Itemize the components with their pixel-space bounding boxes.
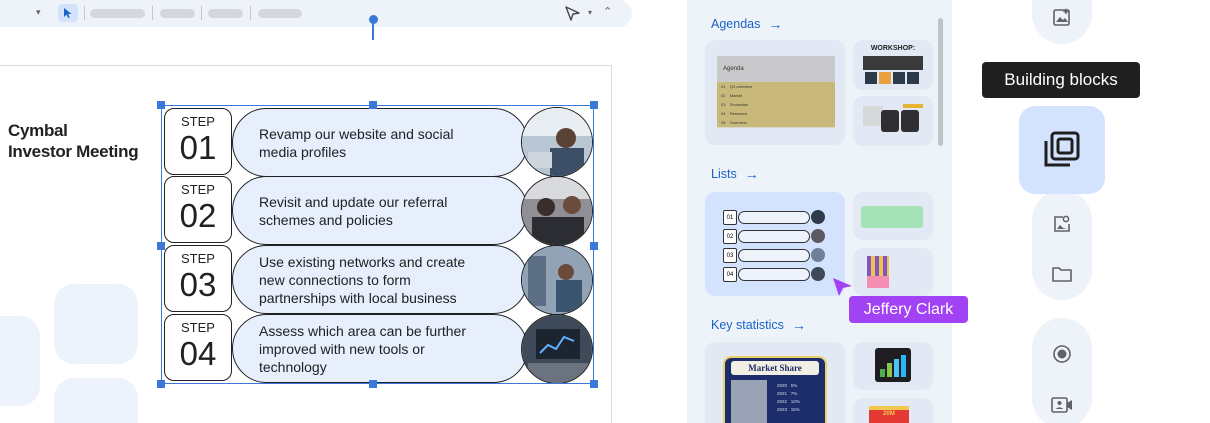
- collaborator-label: Jeffery Clark: [849, 296, 968, 323]
- tooltip: Building blocks: [982, 62, 1140, 98]
- section-title: Key statistics: [711, 318, 784, 332]
- decor-shape: [54, 284, 138, 364]
- section-header-key-statistics[interactable]: Key statistics →: [711, 317, 806, 333]
- flow-block: [903, 104, 923, 108]
- agenda-row: 02 Market: [721, 93, 743, 98]
- app-root: ▾ ▾ ⌃ Cymbal Investor Meeting Revamp our…: [0, 0, 1210, 423]
- workshop-card: [865, 72, 877, 84]
- checklist-template-thumb[interactable]: [853, 192, 933, 240]
- arrow-right-icon: →: [744, 166, 759, 182]
- building-blocks-icon: [1044, 131, 1080, 167]
- market-rows: 2020 5% 2021 7% 2022 10% 2023 15%: [777, 383, 800, 412]
- toolbar-tool-placeholder[interactable]: [208, 9, 243, 18]
- toolbar: ▾ ▾ ⌃: [0, 0, 632, 27]
- resize-handle[interactable]: [369, 101, 377, 109]
- toolbar-divider: [152, 6, 153, 20]
- agenda-row: 03 Financials: [721, 102, 748, 107]
- folder-icon[interactable]: [1051, 265, 1073, 283]
- market-share-template-thumb[interactable]: Market Share 2020 5% 2021 7% 2022 10% 20…: [705, 342, 845, 423]
- chart-list-bars: [867, 276, 889, 288]
- toolbar-tool-placeholder[interactable]: [160, 9, 195, 18]
- agenda-table: Agenda 01 Q3 overview 02 Market 03 Finan…: [717, 56, 835, 128]
- resize-handle[interactable]: [157, 242, 165, 250]
- collaborator-cursor-icon: [833, 278, 852, 296]
- sticker-template-thumb[interactable]: 20M: [853, 398, 933, 423]
- market-card: Market Share 2020 5% 2021 7% 2022 10% 20…: [723, 356, 827, 423]
- panel-scrollbar[interactable]: [938, 18, 943, 146]
- market-title: Market Share: [731, 361, 819, 375]
- toolbar-divider: [84, 6, 85, 20]
- agenda-title: Agenda: [717, 56, 835, 82]
- bar-stat-card: [875, 348, 911, 382]
- toolbar-tool-placeholder[interactable]: [90, 9, 145, 18]
- section-title: Lists: [711, 167, 737, 181]
- toolbar-divider: [201, 6, 202, 20]
- mini-step: 03: [723, 246, 828, 264]
- image-sparkle-icon[interactable]: [1052, 7, 1072, 27]
- chart-list-template-thumb[interactable]: [853, 248, 933, 296]
- decor-shape: [0, 316, 40, 406]
- toolbar-divider: [250, 6, 251, 20]
- bar-stat-template-thumb[interactable]: [853, 342, 933, 390]
- resize-handle[interactable]: [157, 380, 165, 388]
- section-header-lists[interactable]: Lists →: [711, 166, 759, 182]
- arrow-right-icon: →: [768, 16, 783, 32]
- agenda-row: 01 Q3 overview: [721, 84, 753, 89]
- collapse-toolbar-icon[interactable]: ⌃: [603, 5, 612, 18]
- resize-handle[interactable]: [590, 242, 598, 250]
- checklist-card: [861, 206, 923, 228]
- resize-handle[interactable]: [590, 380, 598, 388]
- selection-frame: [161, 105, 594, 384]
- toolbar-tool-placeholder[interactable]: [258, 9, 302, 18]
- flow-block: [901, 110, 919, 132]
- mini-step: 01: [723, 208, 828, 226]
- record-icon[interactable]: [1052, 344, 1072, 364]
- mini-step: 02: [723, 227, 828, 245]
- flow-block: [863, 106, 883, 126]
- agenda-template-thumb[interactable]: Agenda 01 Q3 overview 02 Market 03 Finan…: [705, 40, 845, 145]
- rotate-handle[interactable]: [369, 15, 378, 24]
- market-photo: [731, 380, 767, 423]
- workshop-card: [893, 72, 905, 84]
- rail-group: [1032, 190, 1092, 300]
- workshop-template-thumb[interactable]: WORKSHOP:: [853, 40, 933, 90]
- flow-template-thumb[interactable]: [853, 96, 933, 146]
- dropdown-caret-icon[interactable]: ▾: [36, 7, 41, 18]
- steps-list-template-thumb[interactable]: 01 02 03 04: [705, 192, 845, 296]
- pointer-dropdown-icon[interactable]: ▾: [588, 8, 592, 17]
- agenda-row: 05 Overview: [721, 120, 747, 125]
- arrow-right-icon: →: [791, 317, 806, 333]
- section-header-agendas[interactable]: Agendas →: [711, 16, 782, 32]
- flow-block: [881, 110, 899, 132]
- building-blocks-button[interactable]: [1019, 106, 1105, 194]
- image-search-icon[interactable]: [1052, 214, 1072, 234]
- brand-subtitle: Investor Meeting: [8, 142, 139, 161]
- workshop-card: [879, 72, 891, 84]
- select-tool-button[interactable]: [58, 4, 78, 22]
- brand-name: Cymbal: [8, 121, 68, 140]
- rotate-handle-line: [372, 20, 374, 40]
- resize-handle[interactable]: [369, 380, 377, 388]
- video-person-icon[interactable]: [1050, 396, 1074, 414]
- workshop-title: WORKSHOP:: [870, 45, 916, 52]
- workshop-banner: [863, 56, 923, 70]
- cursor-icon: [64, 8, 72, 18]
- workshop-card: [907, 72, 919, 84]
- building-blocks-panel: Agendas → Agenda 01 Q3 overview 02 Marke…: [687, 0, 952, 423]
- mini-step: 04: [723, 265, 828, 283]
- mini-steps: 01 02 03 04: [723, 208, 828, 283]
- sticker-badge: 20M: [869, 406, 909, 423]
- decor-shape: [54, 378, 138, 423]
- agenda-rows: 01 Q3 overview 02 Market 03 Financials 0…: [717, 82, 835, 127]
- laser-pointer-icon[interactable]: [564, 5, 582, 21]
- brand-block[interactable]: Cymbal Investor Meeting: [8, 121, 139, 162]
- resize-handle[interactable]: [590, 101, 598, 109]
- section-title: Agendas: [711, 17, 761, 31]
- resize-handle[interactable]: [157, 101, 165, 109]
- agenda-row: 04 Research: [721, 111, 748, 116]
